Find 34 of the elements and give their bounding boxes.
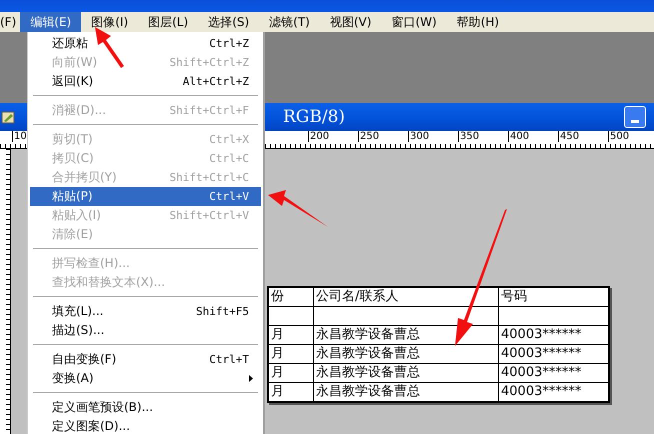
menu-item[interactable]: 变换(A): [30, 369, 261, 388]
menu-bar-item[interactable]: 选择(S): [198, 12, 260, 32]
table-cell: 月: [268, 326, 314, 344]
menu-bar-item[interactable]: 视图(V): [320, 12, 382, 32]
table-cell: 永昌教学设备曹总: [314, 364, 498, 382]
table-cell: 40003******: [498, 344, 609, 364]
menu-bar-item[interactable]: 滤镜(T): [259, 12, 320, 32]
menu-item[interactable]: 填充(L)... Shift+F5: [30, 302, 261, 321]
table-cell: 月: [268, 364, 314, 382]
document-icon: [1, 110, 15, 124]
menu-bar-item[interactable]: 图像(I): [81, 12, 138, 32]
minimize-button[interactable]: [624, 106, 646, 128]
menu-bar-item[interactable]: 图层(L): [138, 12, 198, 32]
annotation-arrow: [268, 190, 328, 227]
document-title: RGB/8): [283, 107, 346, 127]
menu-item[interactable]: 定义图案(D)...: [30, 417, 261, 434]
table-header-cell: 份: [268, 287, 314, 306]
menu-bar-item[interactable]: 编辑(E): [20, 12, 82, 32]
menu-item[interactable]: 描边(S)...: [30, 321, 261, 340]
menu-item[interactable]: 还原粘 Ctrl+Z: [30, 34, 261, 53]
table-cell: 永昌教学设备曹总: [314, 382, 498, 402]
menu-bar-item[interactable]: 窗口(W): [381, 12, 447, 32]
table-cell: 月: [268, 344, 314, 364]
menu-item[interactable]: 返回(K) Alt+Ctrl+Z: [30, 72, 261, 91]
menu-bar-item[interactable]: 帮助(H): [446, 12, 510, 32]
menu-item[interactable]: 粘贴(P) Ctrl+V: [30, 187, 261, 206]
table-header-cell: 号码: [498, 287, 609, 306]
table-cell: 永昌教学设备曹总: [314, 344, 498, 364]
menu-bar-item[interactable]: (F): [0, 12, 16, 32]
menu-item[interactable]: 定义画笔预设(B)...: [30, 398, 261, 417]
table-cell: 40003******: [498, 364, 609, 382]
table-cell: 40003******: [498, 326, 609, 344]
menu-item[interactable]: 自由变换(F) Ctrl+T: [30, 350, 261, 369]
annotation-arrow: [95, 27, 124, 68]
